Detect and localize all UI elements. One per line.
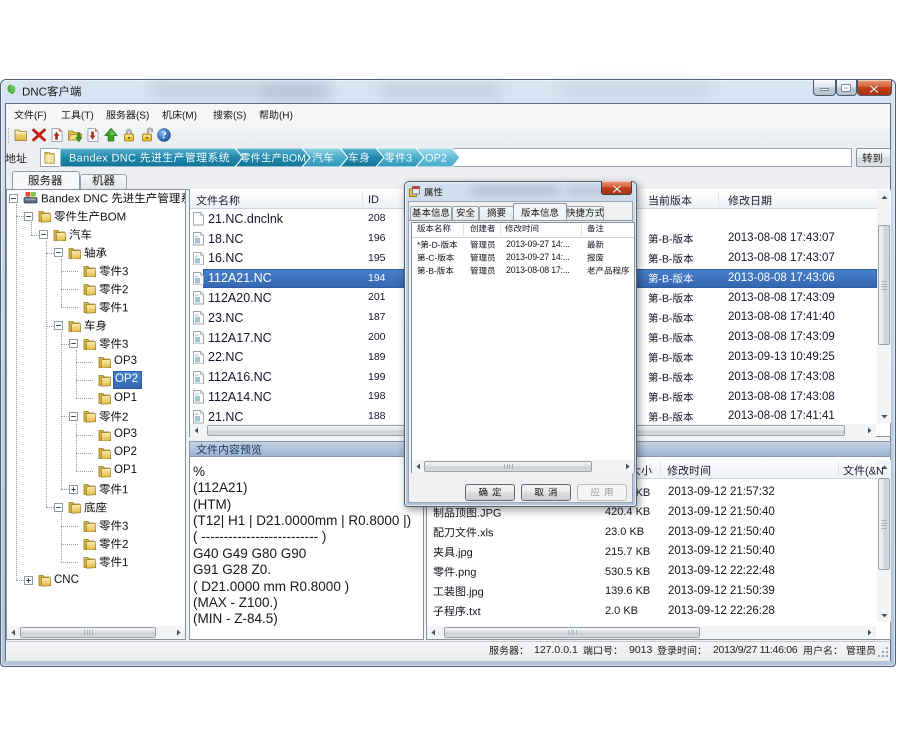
svg-text:?: ? — [161, 131, 166, 142]
